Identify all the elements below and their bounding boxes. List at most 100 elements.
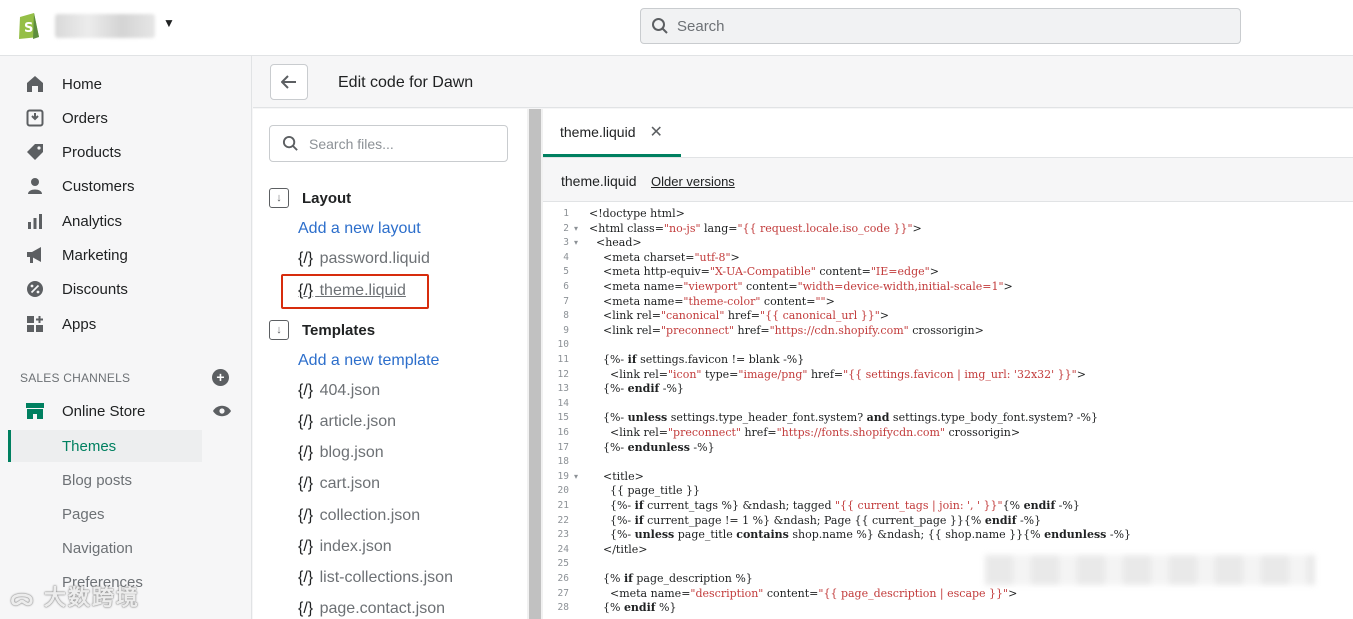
tab-theme-liquid[interactable]: theme.liquid ✕ xyxy=(543,109,681,157)
shopify-logo-icon[interactable]: S xyxy=(16,10,42,40)
code-text: {{ page_title }} xyxy=(589,484,701,498)
nav-item-products[interactable]: Products xyxy=(0,137,252,167)
fold-arrow-icon[interactable]: ▾ xyxy=(574,236,578,250)
left-navigation: Home Orders Products Customers Analytics… xyxy=(0,56,252,619)
file-item[interactable]: {/} cart.json xyxy=(298,475,380,493)
nav-item-marketing[interactable]: Marketing xyxy=(0,240,252,270)
nav-item-discounts[interactable]: Discounts xyxy=(0,274,252,304)
file-name: collection.json xyxy=(319,507,421,524)
nav-sub-label-themes[interactable]: Themes xyxy=(62,438,116,455)
folder-templates[interactable]: ↓ Templates xyxy=(269,320,375,340)
code-text: <meta http-equiv="X-UA-Compatible" conte… xyxy=(589,265,939,279)
page-title: Edit code for Dawn xyxy=(338,74,474,91)
nav-label: Marketing xyxy=(62,246,128,264)
liquid-file-icon: {/} xyxy=(298,413,314,430)
discount-icon xyxy=(24,278,46,300)
file-name: list-collections.json xyxy=(319,569,453,586)
orders-icon xyxy=(24,107,46,129)
arrow-left-icon xyxy=(281,75,296,89)
code-text: <link rel="preconnect" href="https://fon… xyxy=(589,426,1021,439)
file-item[interactable]: {/} password.liquid xyxy=(298,250,430,268)
file-search-placeholder: Search files... xyxy=(309,135,394,152)
file-item[interactable]: {/} blog.json xyxy=(298,444,384,462)
search-icon xyxy=(282,135,298,151)
file-name: index.json xyxy=(319,538,392,555)
nav-item-home[interactable]: Home xyxy=(0,69,252,99)
liquid-file-icon: {/} xyxy=(298,600,314,617)
file-search-input[interactable]: Search files... xyxy=(269,125,508,162)
file-name: page.contact.json xyxy=(319,600,446,617)
nav-item-customers[interactable]: Customers xyxy=(0,171,252,201)
code-text: {% endif %} xyxy=(589,601,677,615)
nav-sub-blog-posts[interactable]: Blog posts xyxy=(62,472,132,489)
add-template-link[interactable]: Add a new template xyxy=(298,352,439,370)
nav-sub-navigation[interactable]: Navigation xyxy=(62,540,133,557)
code-text: <html class="no-js" lang="{{ request.loc… xyxy=(589,221,922,235)
file-item[interactable]: {/} page.contact.json xyxy=(298,600,445,618)
file-scrollbar-thumb[interactable] xyxy=(529,109,541,619)
bar-chart-icon xyxy=(24,210,46,232)
file-title: theme.liquid xyxy=(561,173,637,189)
code-text: <!doctype html> xyxy=(589,207,685,220)
older-versions-link[interactable]: Older versions xyxy=(651,174,735,189)
line-number: 22 xyxy=(557,514,569,526)
edit-code-header: Edit code for Dawn xyxy=(253,56,1353,108)
nav-item-apps[interactable]: Apps xyxy=(0,309,252,339)
highlight-box xyxy=(281,274,429,309)
blurred-overlay xyxy=(985,555,1315,585)
back-button[interactable] xyxy=(270,64,308,100)
sales-channels-title: SALES CHANNELS xyxy=(20,371,131,385)
line-number: 17 xyxy=(557,441,569,453)
close-icon[interactable]: ✕ xyxy=(650,122,663,142)
code-text: <head> xyxy=(589,236,642,250)
code-text: <meta name="theme-color" content=""> xyxy=(589,294,835,308)
file-name: article.json xyxy=(319,413,397,430)
nav-item-analytics[interactable]: Analytics xyxy=(0,206,252,236)
line-number: 25 xyxy=(557,558,569,570)
store-name-blurred[interactable] xyxy=(55,14,155,38)
file-item[interactable]: {/} index.json xyxy=(298,538,392,556)
line-number: 6 xyxy=(563,281,569,292)
file-item[interactable]: {/} article.json xyxy=(298,413,396,431)
folder-download-icon: ↓ xyxy=(269,188,289,208)
folder-layout[interactable]: ↓ Layout xyxy=(269,188,351,208)
code-text: {% if page_description %} xyxy=(589,572,753,585)
line-number: 13 xyxy=(557,383,569,395)
line-number: 16 xyxy=(557,427,569,438)
fold-arrow-icon[interactable]: ▾ xyxy=(574,222,578,236)
add-layout-link[interactable]: Add a new layout xyxy=(298,220,421,238)
line-number: 28 xyxy=(557,602,569,614)
nav-label: Online Store xyxy=(62,402,146,420)
code-text: <meta name="description" content="{{ pag… xyxy=(589,586,1018,600)
line-number: 20 xyxy=(557,485,569,497)
file-item[interactable]: {/} list-collections.json xyxy=(298,569,453,587)
nav-item-orders[interactable]: Orders xyxy=(0,103,252,133)
file-item[interactable]: {/} collection.json xyxy=(298,507,420,525)
global-search-input[interactable]: Search xyxy=(640,8,1241,44)
nav-label: Analytics xyxy=(62,212,123,230)
code-text: {%- endif -%} xyxy=(589,382,684,396)
line-number: 14 xyxy=(557,397,569,409)
tab-label: theme.liquid xyxy=(560,123,636,140)
fold-arrow-icon[interactable]: ▾ xyxy=(574,470,578,484)
caret-down-icon[interactable]: ▼ xyxy=(163,16,175,30)
eye-icon[interactable] xyxy=(212,404,232,418)
liquid-file-icon: {/} xyxy=(298,538,314,555)
line-number: 8 xyxy=(563,310,569,322)
line-number: 10 xyxy=(557,339,569,351)
add-channel-plus-icon[interactable]: + xyxy=(212,369,229,386)
line-number: 12 xyxy=(557,368,569,380)
code-text: <meta charset="utf-8"> xyxy=(589,250,740,264)
home-icon xyxy=(24,73,46,95)
file-name: 404.json xyxy=(319,382,381,399)
line-number: 15 xyxy=(557,412,569,424)
nav-sub-pages[interactable]: Pages xyxy=(62,506,105,523)
liquid-file-icon: {/} xyxy=(298,569,314,586)
line-number: 21 xyxy=(557,500,569,511)
line-number: 19 xyxy=(557,470,569,482)
file-item[interactable]: {/} 404.json xyxy=(298,382,380,400)
file-browser: Search files... ↓ Layout Add a new layou… xyxy=(253,109,527,619)
nav-label: Home xyxy=(62,75,103,93)
code-text: {%- endunless -%} xyxy=(589,440,715,454)
svg-text:S: S xyxy=(24,21,33,36)
